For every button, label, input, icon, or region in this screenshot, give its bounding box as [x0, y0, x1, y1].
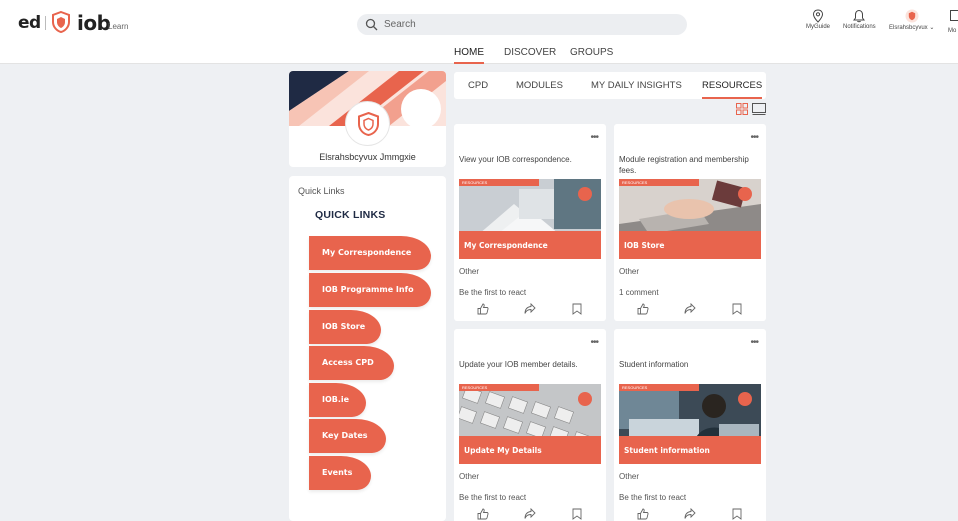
quick-link-key-dates[interactable]: Key Dates [309, 419, 386, 453]
chevron-down-icon: ⌄ [929, 25, 935, 31]
card-thumbnail[interactable]: RESOURCES IOB Store [619, 179, 761, 259]
quick-link-events[interactable]: Events [309, 456, 371, 490]
card-menu-icon[interactable]: ••• [590, 132, 598, 143]
grid-view-icon[interactable] [736, 103, 748, 115]
profile-card[interactable]: Elsrahsbcyvux Jmmgxie [289, 71, 446, 167]
quick-links-title: QUICK LINKS [315, 209, 386, 221]
tab-modules[interactable]: MODULES [516, 80, 563, 99]
resource-card-update-my-details[interactable]: ••• Update your IOB member details. RESO… [454, 329, 606, 521]
card-title: IOB Store [624, 241, 665, 250]
more-label: Mo [948, 28, 957, 34]
card-tag: RESOURCES [619, 179, 699, 186]
resource-card-my-correspondence[interactable]: ••• View your IOB correspondence. RESOUR… [454, 124, 606, 321]
top-header: ed iob Learn MyGuide Notifications [0, 0, 958, 44]
logo-learn-text: Learn [108, 22, 129, 31]
card-tag: RESOURCES [459, 179, 539, 186]
card-description: View your IOB correspondence. [459, 155, 572, 164]
iob-badge-icon [578, 392, 592, 406]
myguide-button[interactable]: MyGuide [806, 9, 830, 30]
card-reactions[interactable]: Be the first to react [459, 288, 526, 297]
like-icon[interactable] [637, 303, 649, 315]
card-category: Other [459, 472, 480, 481]
bookmark-icon[interactable] [572, 508, 582, 520]
iob-shield-icon [52, 11, 70, 33]
list-view-icon[interactable] [752, 103, 766, 115]
logo-divider [45, 16, 46, 30]
quick-link-iob-programme-info[interactable]: IOB Programme Info [309, 273, 431, 307]
location-pin-icon [812, 9, 824, 23]
bookmark-icon[interactable] [572, 303, 582, 315]
profile-name[interactable]: Elsrahsbcyvux Jmmgxie [289, 152, 446, 162]
iob-badge-icon [738, 392, 752, 406]
card-title: Student information [624, 446, 710, 455]
card-menu-icon[interactable]: ••• [750, 337, 758, 348]
user-menu-button[interactable]: Elsrahsbcyvux ⌄ [889, 9, 934, 31]
bookmark-icon[interactable] [732, 303, 742, 315]
tab-resources[interactable]: RESOURCES [702, 80, 763, 99]
quick-link-access-cpd[interactable]: Access CPD [309, 346, 394, 380]
card-thumbnail[interactable]: RESOURCES Student information [619, 384, 761, 464]
bell-icon [853, 9, 866, 23]
card-description: Update your IOB member details. [459, 360, 578, 369]
card-description: Student information [619, 360, 689, 369]
quick-links-panel: Quick Links QUICK LINKS My Correspondenc… [289, 176, 446, 521]
main-nav: HOME DISCOVER GROUPS [0, 44, 958, 64]
notifications-label: Notifications [843, 24, 876, 30]
notifications-button[interactable]: Notifications [843, 9, 876, 30]
card-actions [614, 303, 766, 317]
card-category: Other [619, 267, 640, 276]
card-reactions[interactable]: Be the first to react [459, 493, 526, 502]
myguide-label: MyGuide [806, 24, 831, 30]
tab-groups[interactable]: GROUPS [570, 47, 613, 64]
quick-link-iob-store[interactable]: IOB Store [309, 310, 381, 344]
card-menu-icon[interactable]: ••• [590, 337, 598, 348]
card-tag: RESOURCES [619, 384, 699, 391]
user-menu-label: Elsrahsbcyvux ⌄ [889, 24, 934, 31]
logo-ed-text: ed [18, 13, 41, 33]
tab-my-daily-insights[interactable]: MY DAILY INSIGHTS [591, 80, 682, 99]
card-description: Module registration and membership fees. [619, 155, 749, 175]
card-thumbnail[interactable]: RESOURCES Update My Details [459, 384, 601, 464]
resource-tabs: CPD MODULES MY DAILY INSIGHTS RESOURCES [454, 72, 766, 99]
quick-link-my-correspondence[interactable]: My Correspondence [309, 236, 431, 270]
tab-discover[interactable]: DISCOVER [504, 47, 556, 64]
logo-iob-text: iob [77, 11, 111, 35]
user-name-label: Elsrahsbcyvux [889, 25, 928, 31]
card-title: Update My Details [464, 446, 542, 455]
tab-cpd[interactable]: CPD [468, 80, 488, 99]
iob-badge-icon [578, 187, 592, 201]
bookmark-icon[interactable] [732, 508, 742, 520]
card-menu-icon[interactable]: ••• [750, 132, 758, 143]
quick-links-heading: Quick Links [298, 186, 345, 196]
like-icon[interactable] [477, 303, 489, 315]
search-input[interactable] [384, 17, 674, 32]
card-tag: RESOURCES [459, 384, 539, 391]
card-thumbnail[interactable]: RESOURCES My Correspondence [459, 179, 601, 259]
like-icon[interactable] [637, 508, 649, 520]
more-icon[interactable] [950, 10, 958, 21]
share-icon[interactable] [524, 303, 536, 315]
search-icon [365, 18, 378, 31]
like-icon[interactable] [477, 508, 489, 520]
share-icon[interactable] [684, 508, 696, 520]
card-category: Other [459, 267, 480, 276]
avatar[interactable] [345, 101, 390, 146]
card-reactions[interactable]: 1 comment [619, 288, 659, 297]
quick-link-iob-ie[interactable]: IOB.ie [309, 383, 366, 417]
card-actions [454, 508, 606, 521]
card-title: My Correspondence [464, 241, 548, 250]
share-icon[interactable] [684, 303, 696, 315]
card-actions [614, 508, 766, 521]
user-avatar-icon [905, 9, 919, 23]
card-category: Other [619, 472, 640, 481]
iob-shield-avatar-icon [358, 112, 379, 136]
card-actions [454, 303, 606, 317]
search-bar[interactable] [357, 14, 687, 35]
share-icon[interactable] [524, 508, 536, 520]
tab-home[interactable]: HOME [454, 47, 484, 64]
resource-card-student-information[interactable]: ••• Student information RESOURCES Studen… [614, 329, 766, 521]
resource-card-iob-store[interactable]: ••• Module registration and membership f… [614, 124, 766, 321]
card-reactions[interactable]: Be the first to react [619, 493, 686, 502]
iob-badge-icon [738, 187, 752, 201]
